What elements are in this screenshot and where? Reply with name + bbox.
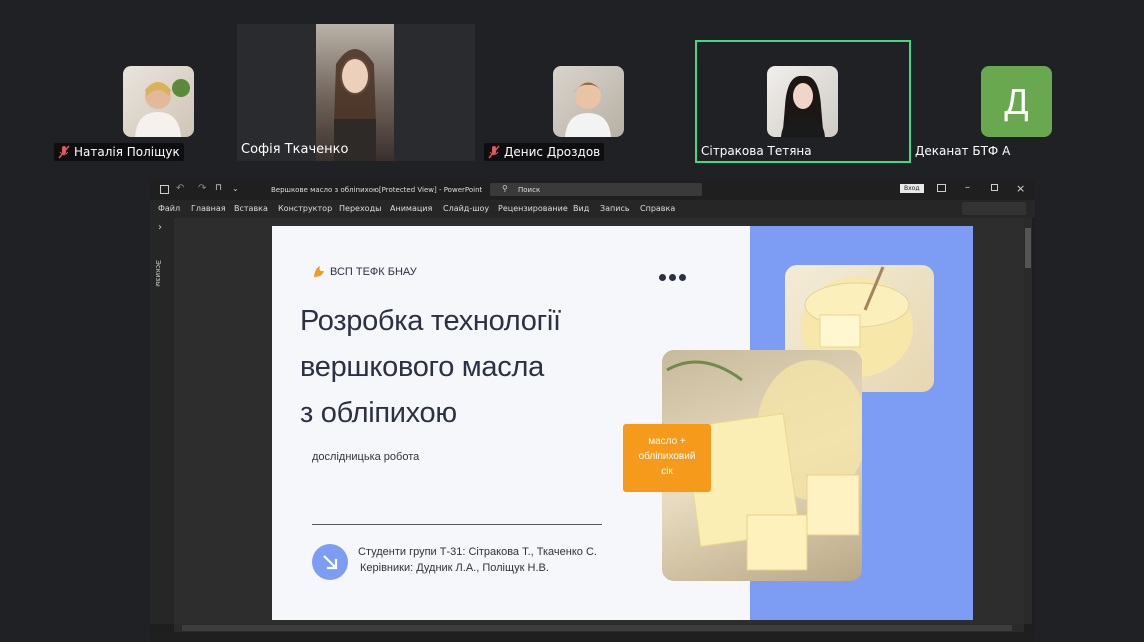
callout-line-2: обліпиховий [638,451,696,462]
participant-name-dekanat: Деканат БТФ А [915,144,1011,158]
status-bar [150,632,1035,642]
ribbon-display-icon[interactable] [937,184,946,192]
tab-recording[interactable]: Запись [600,204,630,213]
participant-name-tetiana: Сітракова Тетяна [701,144,812,158]
quick-access-dropdown-icon[interactable]: ⌄ [232,184,239,193]
brand-logo-icon [314,266,324,277]
redo-icon[interactable]: ↷ [198,183,206,194]
tab-home[interactable]: Главная [191,204,226,213]
orange-callout: масло + обліпиховий сік [623,424,711,492]
expand-chevron-icon[interactable]: › [158,222,162,233]
slide-subtitle: дослідницька робота [312,451,420,463]
person-silhouette-icon [334,49,376,161]
scrollbar-thumb[interactable] [1025,228,1031,268]
hscrollbar-thumb[interactable] [182,625,1012,631]
save-icon[interactable] [160,185,169,194]
slide[interactable]: ВСП ТЕФК БНАУ Розробка технології вершко… [272,226,973,620]
authors-supervisors: Керівники: Дудник Л.А., Поліщук Н.В. [360,562,549,574]
dots-decoration [659,266,689,285]
avatar-dekanat[interactable]: Д [981,66,1052,137]
present-icon[interactable]: ⊓ [215,183,222,193]
authors-students: Студенти групи Т-31: Сітракова Т., Ткаче… [358,546,597,558]
avatar-initial: Д [1004,80,1029,122]
slide-title: Розробка технології вершкового масла з о… [300,298,630,436]
avatar-tetiana [767,66,838,137]
person-photo-icon [781,75,825,137]
avatar-denys[interactable] [553,66,624,137]
powerpoint-window: ↶ ↷ ⊓ ⌄ Вершкове масло з обліпихою[Prote… [150,180,1035,642]
tab-file[interactable]: Файл [158,204,180,213]
participant-name-sofia: Софія Ткаченко [241,142,349,157]
tab-slideshow[interactable]: Слайд-шоу [443,204,489,213]
tab-view[interactable]: Вид [573,204,589,213]
avatar-natalia[interactable] [123,66,194,137]
undo-icon[interactable]: ↶ [176,183,184,194]
slide-editing-area: ВСП ТЕФК БНАУ Розробка технології вершко… [174,218,1032,624]
search-icon: ⚲ [502,184,508,193]
title-line-2: вершкового масла [300,351,544,383]
search-placeholder: Поиск [518,186,541,194]
brand-name: ВСП ТЕФК БНАУ [330,266,417,278]
thumbnails-label: Эскизы [154,260,162,287]
participant-name-denys: Денис Дроздов [484,143,605,161]
title-bar: ↶ ↷ ⊓ ⌄ Вершкове масло з обліпихою[Prote… [150,180,1035,200]
mic-muted-icon [58,145,70,159]
close-icon[interactable]: × [1016,182,1025,195]
title-line-3: з обліпихою [300,397,457,429]
restore-icon[interactable] [991,184,998,191]
document-title: Вершкове масло з обліпихою[Protected Vie… [271,186,483,194]
callout-line-1: масло + [648,436,686,447]
tab-transitions[interactable]: Переходы [339,204,381,213]
mic-muted-icon [488,145,500,159]
sign-in-button[interactable]: Вход [900,184,924,193]
title-line-1: Розробка технології [300,305,561,337]
tab-help[interactable]: Справка [640,204,675,213]
tab-design[interactable]: Конструктор [278,204,332,213]
share-button[interactable] [962,202,1026,215]
tab-animations[interactable]: Анимация [390,204,432,213]
minimize-icon[interactable]: – [965,182,970,193]
person-photo-icon [565,82,611,137]
search-box[interactable]: ⚲ Поиск [490,183,702,196]
callout-line-3: сік [661,466,673,477]
slide-authors: Студенти групи Т-31: Сітракова Т., Ткаче… [358,544,597,576]
arrow-down-right-icon [312,544,348,580]
person-photo-icon [135,79,190,137]
thumbnail-pane[interactable]: › Эскизы [150,218,174,624]
tab-review[interactable]: Рецензирование [498,204,568,213]
tab-insert[interactable]: Вставка [234,204,268,213]
divider-line [312,524,602,525]
vertical-scrollbar[interactable] [1024,218,1032,624]
ribbon-tabs: Файл Главная Вставка Конструктор Переход… [150,200,1035,218]
participant-name-natalia: Наталія Поліщук [54,143,184,161]
horizontal-scrollbar[interactable] [174,624,1024,632]
video-feed-sofia [316,24,394,161]
